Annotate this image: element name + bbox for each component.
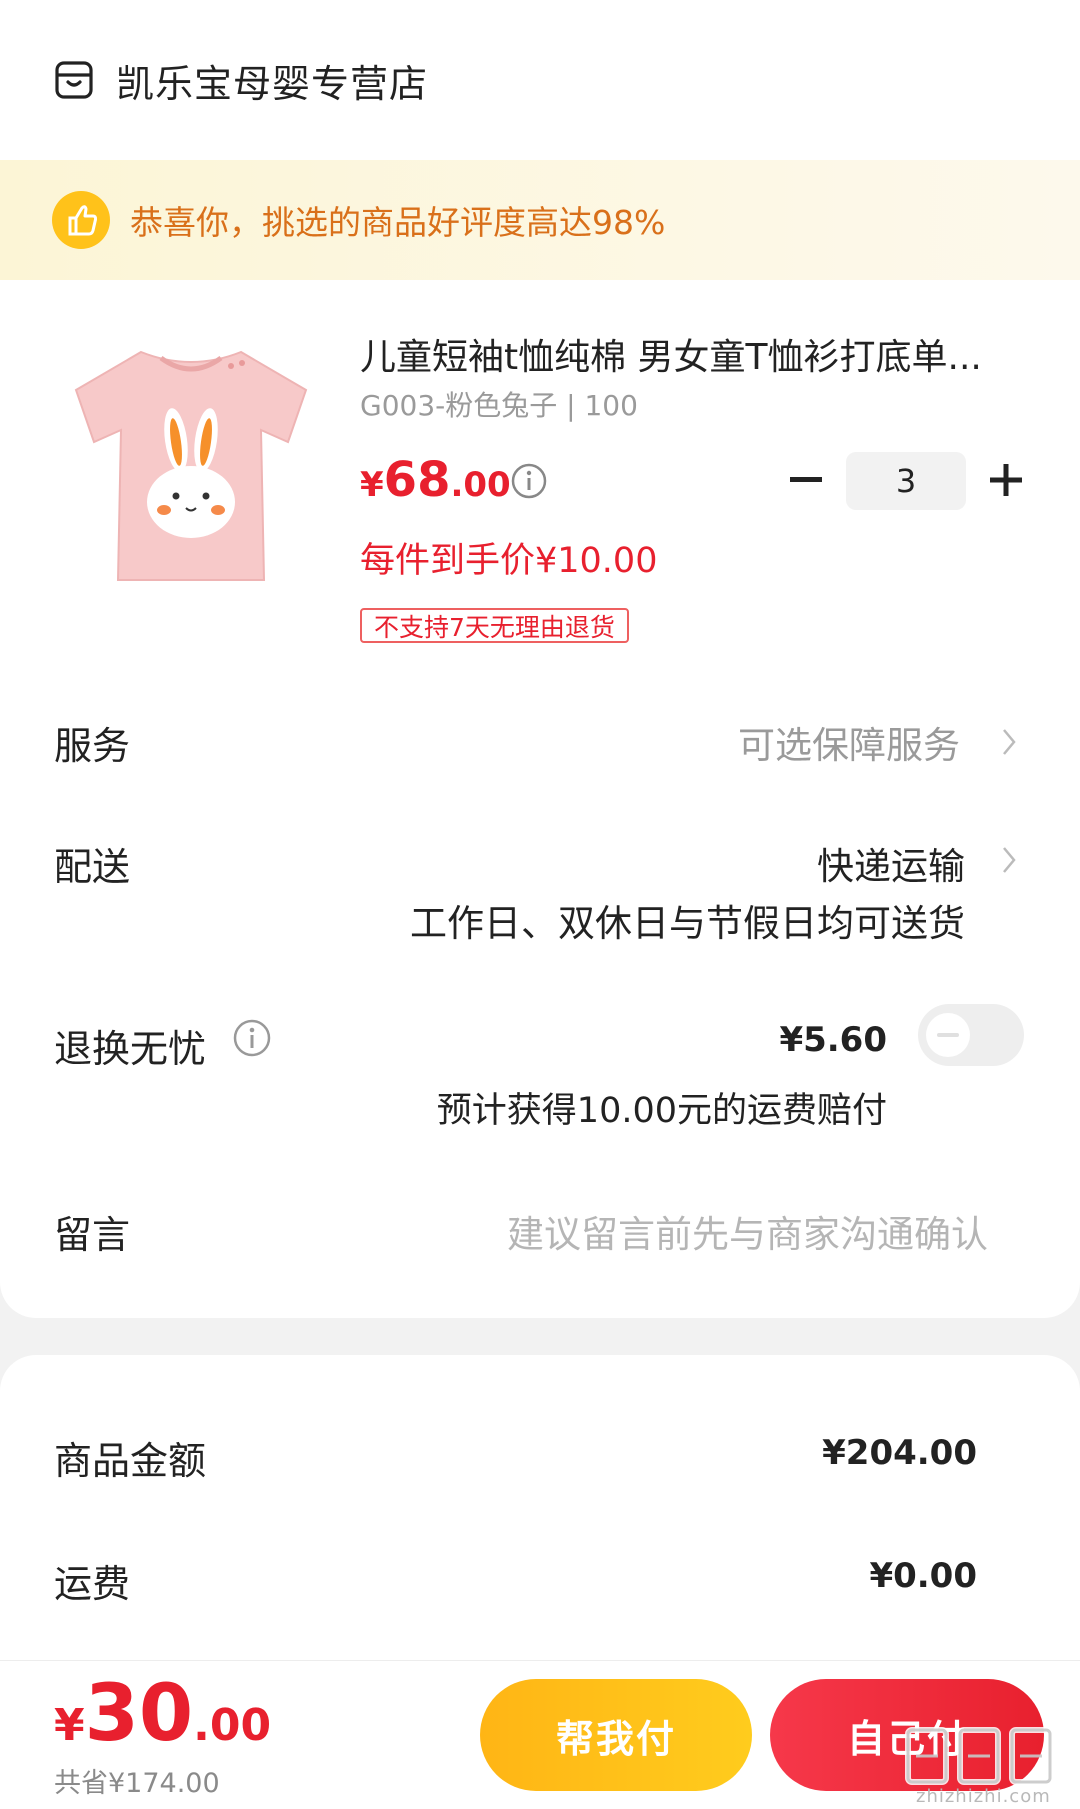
quantity-plus-button[interactable] (986, 460, 1026, 500)
price-info-icon[interactable] (510, 462, 548, 500)
banner-text: 恭喜你，挑选的商品好评度高达98% (130, 203, 666, 242)
delivery-value[interactable]: 快递运输 (817, 836, 965, 890)
saved-amount: 共省¥174.00 (54, 1768, 220, 1799)
return-label: 退换无忧 (54, 1027, 207, 1071)
toggle-knob (926, 1013, 970, 1057)
plus-icon (990, 464, 1022, 496)
goods-amount-value: ¥204.00 (822, 1433, 977, 1473)
watermark-text: zhizhizhi.com (916, 1786, 1051, 1807)
message-label: 留言 (54, 1213, 131, 1257)
praise-banner: 恭喜你，挑选的商品好评度高达98% (0, 160, 1080, 280)
price-symbol: ¥ (360, 465, 384, 505)
delivery-label: 配送 (54, 845, 131, 889)
return-subtext: 预计获得10.00元的运费赔付 (436, 1091, 887, 1131)
service-value[interactable]: 可选保障服务 (738, 715, 960, 769)
price-integer: 68 (383, 452, 451, 508)
minus-icon (790, 477, 822, 482)
chevron-right-icon[interactable] (1000, 844, 1018, 876)
shop-name: 凯乐宝母婴专营店 (116, 61, 429, 106)
quantity-input[interactable]: 3 (846, 452, 966, 510)
chevron-right-icon[interactable] (1000, 726, 1018, 758)
return-price: ¥5.60 (779, 1020, 887, 1060)
total-decimal: .00 (193, 1700, 272, 1751)
total-price: ¥ 30 .00 (54, 1669, 271, 1759)
shipping-label: 运费 (54, 1562, 131, 1606)
total-symbol: ¥ (54, 1700, 85, 1751)
shop-icon (55, 61, 93, 99)
service-label: 服务 (54, 724, 131, 768)
shop-header[interactable]: 凯乐宝母婴专营店 (54, 52, 428, 108)
price-decimal: .00 (450, 465, 511, 505)
product-title[interactable]: 儿童短袖t恤纯棉 男女童T恤衫打底单... (360, 328, 1040, 380)
final-unit-price: 每件到手价¥10.00 (360, 541, 658, 581)
total-integer: 30 (84, 1669, 194, 1759)
help-me-pay-button[interactable]: 帮我付 (480, 1679, 752, 1791)
goods-amount-label: 商品金额 (54, 1439, 207, 1483)
no-return-tag: 不支持7天无理由退货 (360, 608, 629, 643)
order-card: 凯乐宝母婴专营店 恭喜你，挑选的商品好评度高达98% 儿童短袖t恤纯棉 男女童T… (0, 0, 1080, 1318)
shipping-value: ¥0.00 (869, 1556, 977, 1596)
thumbs-up-icon (52, 191, 110, 249)
product-price: ¥ 68 .00 (360, 452, 511, 508)
quantity-minus-button[interactable] (788, 460, 824, 500)
product-image[interactable] (56, 330, 326, 600)
return-info-icon[interactable] (232, 1018, 272, 1058)
product-spec[interactable]: G003-粉色兔子 | 100 (360, 384, 638, 424)
delivery-subtext: 工作日、双休日与节假日均可送货 (410, 902, 965, 945)
return-insurance-toggle[interactable] (918, 1004, 1024, 1066)
message-input[interactable]: 建议留言前先与商家沟通确认 (507, 1204, 988, 1258)
